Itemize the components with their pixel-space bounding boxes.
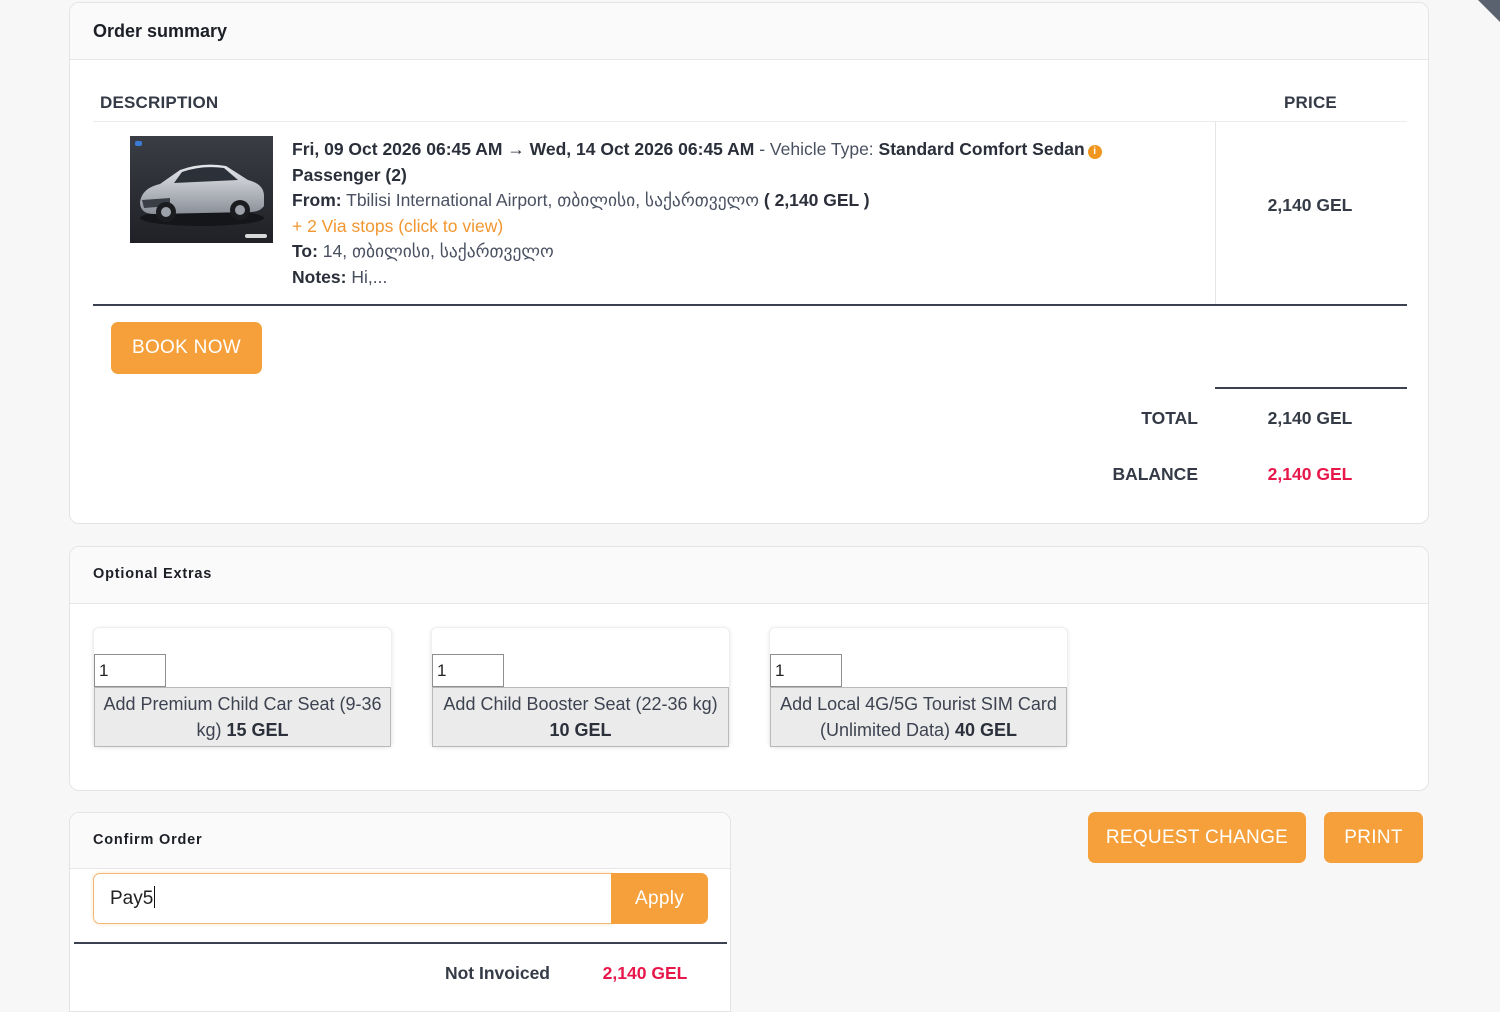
confirm-order-card: Confirm Order Pay5 Apply Not Invoiced 2,… [69,812,731,1012]
total-value: 2,140 GEL [1267,408,1353,428]
print-button[interactable]: PRINT [1324,812,1423,863]
to-label: To: [292,241,318,262]
notes-label: Notes: [292,266,347,287]
coupon-input[interactable]: Pay5 [93,873,612,924]
balance-label: BALANCE [1112,464,1198,484]
invoice-status-label: Not Invoiced [444,963,550,983]
booking-description: Fri, 09 Oct 2026 06:45 AM → Wed, 14 Oct … [292,137,1192,291]
optional-extras-title: Optional Extras [93,566,213,582]
from-label: From: [292,190,342,211]
brand-badge-icon [135,141,142,146]
to-value: 14, თბილისი, საქართველო [322,241,554,262]
total-label: TOTAL [1141,408,1198,428]
book-now-button[interactable]: BOOK NOW [111,322,262,374]
items-bottom-divider [93,304,1407,306]
price-header: PRICE [1284,93,1337,112]
from-price: ( 2,140 GEL ) [763,190,870,211]
order-summary-title: Order summary [93,21,228,41]
invoice-status-value: 2,140 GEL [602,963,688,983]
confirm-divider [74,942,727,944]
passenger-count: Passenger (2) [292,164,407,185]
extra-item: 1 Add Local 4G/5G Tourist SIM Card (Unli… [769,627,1068,747]
extra-label: Add Child Booster Seat (22-36 kg) [443,694,718,714]
optional-extras-header: Optional Extras [70,547,1428,604]
watermark-icon [245,234,267,238]
text-cursor [154,886,156,908]
confirm-order-title: Confirm Order [93,832,203,848]
extra-item: 1 Add Premium Child Car Seat (9-36 kg) 1… [93,627,392,747]
from-value: Tbilisi International Airport, თბილისი, … [346,190,760,211]
request-change-button[interactable]: REQUEST CHANGE [1088,812,1306,863]
item-price: 2,140 GEL [1267,195,1353,215]
info-icon[interactable]: i [1087,145,1102,159]
order-summary-card: Order summary DESCRIPTION PRICE Fri, 09 … [69,2,1429,524]
extra-price: 10 GEL [549,720,612,740]
add-extra-button[interactable]: Add Local 4G/5G Tourist SIM Card (Unlimi… [770,687,1067,747]
apply-coupon-button[interactable]: Apply [611,873,708,924]
order-summary-header: Order summary [70,3,1428,60]
balance-value: 2,140 GEL [1267,464,1353,484]
confirm-order-header: Confirm Order [70,813,730,869]
corner-fold [1478,0,1500,22]
vehicle-type-label: - Vehicle Type: [754,139,879,159]
trip-dates: Fri, 09 Oct 2026 06:45 AM → Wed, 14 Oct … [292,139,755,159]
coupon-value: Pay5 [110,888,154,909]
totals-divider [1215,387,1407,389]
add-extra-button[interactable]: Add Premium Child Car Seat (9-36 kg) 15 … [94,687,391,747]
extra-price: 40 GEL [955,720,1018,740]
extra-quantity-input[interactable]: 1 [432,654,504,687]
description-header: DESCRIPTION [100,93,219,112]
optional-extras-card: Optional Extras 1 Add Premium Child Car … [69,546,1429,791]
table-header-divider [93,121,1407,122]
via-stops-link[interactable]: + 2 Via stops (click to view) [292,216,503,236]
extra-quantity-input[interactable]: 1 [770,654,842,687]
extra-quantity-input[interactable]: 1 [94,654,166,687]
notes-value: Hi,... [351,266,388,287]
vehicle-image [130,136,273,243]
extra-item: 1 Add Child Booster Seat (22-36 kg) 10 G… [431,627,730,747]
add-extra-button[interactable]: Add Child Booster Seat (22-36 kg) 10 GEL [432,687,729,747]
vehicle-type-value: Standard Comfort Sedan [878,139,1085,159]
extra-price: 15 GEL [226,720,289,740]
